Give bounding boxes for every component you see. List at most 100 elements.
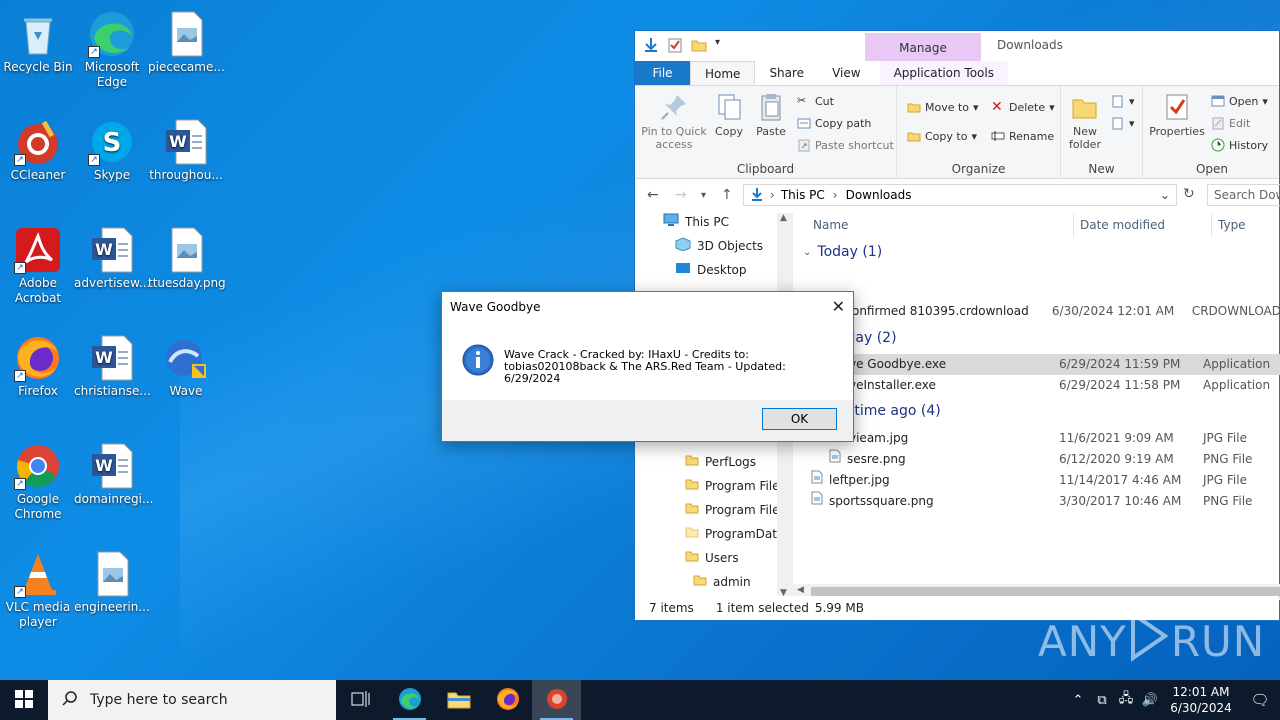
group-header-today[interactable]: ⌄ Today (1): [803, 244, 882, 260]
image-file-icon: [88, 550, 136, 598]
file-row[interactable]: sportssquare.png 3/30/2017 10:46 AM PNG …: [803, 491, 1280, 512]
tab-view[interactable]: View: [818, 61, 874, 85]
task-view-button[interactable]: [336, 680, 385, 720]
desktop-icon-throughou[interactable]: W throughou...: [148, 114, 224, 183]
nav-item-program-files-x86[interactable]: Program Files: [685, 501, 786, 518]
copy-to-button[interactable]: Copy to ▾: [907, 129, 977, 143]
delete-button[interactable]: ✕ Delete ▾: [991, 100, 1055, 114]
desktop-icon-ccleaner[interactable]: ↗ CCleaner: [0, 114, 76, 183]
easy-access-button[interactable]: ▾: [1111, 116, 1135, 130]
desktop-icon-skype[interactable]: S ↗ Skype: [74, 114, 150, 183]
properties-button[interactable]: Properties: [1149, 92, 1205, 138]
breadcrumb-downloads[interactable]: Downloads: [846, 188, 912, 202]
qat-dropdown-icon[interactable]: ▾: [715, 37, 723, 53]
notification-icon[interactable]: 🗨: [1240, 691, 1280, 709]
search-input[interactable]: Search Downl: [1207, 184, 1280, 206]
watermark-text-right: RUN: [1170, 616, 1266, 666]
desktop-icon-piececame[interactable]: piececame...: [148, 6, 225, 75]
ok-button[interactable]: OK: [762, 408, 837, 430]
group-header-long-time-ago[interactable]: g time ago (4): [841, 403, 941, 419]
file-row[interactable]: leftper.jpg 11/14/2017 4:46 AM JPG File: [803, 470, 1280, 491]
dialog-titlebar[interactable]: Wave Goodbye ✕: [442, 292, 853, 322]
pin-quick-access-button[interactable]: Pin to Quick access: [641, 92, 707, 151]
desktop-icon-christianse[interactable]: W christianse...: [74, 330, 151, 399]
device-icon[interactable]: ⧉: [1090, 693, 1114, 708]
new-folder-button[interactable]: New folder: [1067, 92, 1103, 151]
breadcrumb-this-pc[interactable]: This PC: [781, 188, 825, 202]
manage-contextual-tab[interactable]: Manage: [865, 33, 981, 61]
history-button[interactable]: History: [1211, 138, 1268, 152]
file-row[interactable]: Unconfirmed 810395.crdownload 6/30/2024 …: [803, 301, 1280, 322]
nav-item-desktop[interactable]: Desktop: [675, 261, 747, 278]
tab-home[interactable]: Home: [690, 61, 756, 85]
desktop-icon-chrome[interactable]: ↗ Google Chrome: [0, 438, 76, 522]
desktop-icon-wave[interactable]: Wave: [148, 330, 224, 399]
file-list[interactable]: Name Date modified Type ⌄ Today (1) Unco…: [793, 213, 1280, 598]
address-bar[interactable]: › This PC › Downloads ⌄: [743, 184, 1177, 206]
properties-check-icon[interactable]: [667, 37, 683, 53]
open-button[interactable]: Open ▾: [1211, 94, 1268, 108]
paste-shortcut-button[interactable]: Paste shortcut: [797, 138, 894, 152]
nav-item-3d-objects[interactable]: 3D Objects: [675, 237, 763, 254]
column-header-type[interactable]: Type: [1211, 213, 1246, 237]
copy-path-button[interactable]: Copy path: [797, 116, 871, 130]
desktop-icon-firefox[interactable]: ↗ Firefox: [0, 330, 76, 399]
file-row[interactable]: veInstaller.exe 6/29/2024 11:58 PM Appli…: [803, 375, 1280, 396]
new-folder-icon[interactable]: [691, 37, 707, 53]
scroll-left-icon[interactable]: ◀: [797, 585, 804, 595]
desktop-icon-engineerin[interactable]: engineerin...: [74, 546, 150, 615]
image-file-icon: [162, 226, 210, 274]
desktop-icon-edge[interactable]: ↗ Microsoft Edge: [74, 6, 150, 90]
file-name: Unconfirmed 810395.crdownload: [829, 304, 1029, 318]
column-header-date[interactable]: Date modified: [1073, 213, 1165, 237]
desktop-icon-ttuesday[interactable]: ttuesday.png: [148, 222, 226, 291]
nav-item-programdata[interactable]: ProgramData: [685, 525, 784, 542]
nav-item-perflogs[interactable]: PerfLogs: [685, 453, 756, 470]
copy-button[interactable]: Copy: [711, 92, 747, 138]
tab-share[interactable]: Share: [755, 61, 818, 85]
nav-item-this-pc[interactable]: This PC: [663, 213, 729, 230]
nav-item-users[interactable]: Users: [685, 549, 739, 566]
scroll-up-icon[interactable]: ▲: [780, 213, 787, 223]
file-row[interactable]: vieam.jpg 11/6/2021 9:09 AM JPG File: [803, 428, 1280, 449]
desktop-icon-acrobat[interactable]: ↗ Adobe Acrobat: [0, 222, 76, 306]
nav-item-admin[interactable]: admin: [693, 573, 751, 590]
forward-arrow-icon[interactable]: →: [675, 187, 687, 203]
taskbar-clock[interactable]: 12:01 AM 6/30/2024: [1162, 684, 1240, 716]
start-button[interactable]: [0, 680, 48, 720]
address-dropdown-icon[interactable]: ⌄: [1160, 188, 1170, 202]
download-arrow-icon[interactable]: [643, 37, 659, 53]
taskbar-file-explorer[interactable]: [434, 680, 483, 720]
rename-button[interactable]: Rename: [991, 129, 1054, 143]
message-dialog[interactable]: Wave Goodbye ✕ Wave Crack - Cracked by: …: [441, 291, 854, 442]
desktop-icon-domainregi[interactable]: W domainregi...: [74, 438, 153, 507]
volume-icon[interactable]: 🔊: [1138, 693, 1162, 708]
refresh-icon[interactable]: ↻: [1183, 186, 1195, 202]
up-arrow-icon[interactable]: ↑: [721, 187, 733, 203]
explorer-titlebar[interactable]: ▾ Manage Downloads: [635, 31, 1279, 61]
new-item-button[interactable]: ▾: [1111, 94, 1135, 108]
back-arrow-icon[interactable]: ←: [647, 187, 659, 203]
desktop-icon-recycle-bin[interactable]: Recycle Bin: [0, 6, 76, 75]
file-row[interactable]: sesre.png 6/12/2020 9:19 AM PNG File: [803, 449, 1280, 470]
taskbar-firefox[interactable]: [483, 680, 532, 720]
close-icon[interactable]: ✕: [832, 292, 845, 322]
file-row-selected[interactable]: ve Goodbye.exe 6/29/2024 11:59 PM Applic…: [803, 354, 1280, 375]
taskbar-edge[interactable]: [385, 680, 434, 720]
open-label: Open: [1229, 94, 1259, 108]
taskbar-search-box[interactable]: Type here to search: [48, 680, 336, 720]
paste-button[interactable]: Paste: [751, 92, 791, 138]
desktop-icon-vlc[interactable]: ↗ VLC media player: [0, 546, 76, 630]
move-to-button[interactable]: Move to ▾: [907, 100, 979, 114]
network-icon[interactable]: 🖧: [1114, 689, 1138, 711]
column-header-name[interactable]: Name: [813, 213, 848, 237]
nav-item-program-files[interactable]: Program Files: [685, 477, 786, 494]
tab-file[interactable]: File: [635, 61, 690, 85]
desktop-icon-advertisew[interactable]: W advertisew...: [74, 222, 150, 291]
recent-locations-icon[interactable]: ▾: [701, 190, 706, 201]
chevron-up-icon[interactable]: ⌃: [1066, 693, 1090, 708]
cut-button[interactable]: ✂ Cut: [797, 94, 834, 108]
taskbar-wave-goodbye[interactable]: [532, 680, 581, 720]
edit-button[interactable]: Edit: [1211, 116, 1250, 130]
tab-application-tools[interactable]: Application Tools: [879, 61, 1008, 85]
